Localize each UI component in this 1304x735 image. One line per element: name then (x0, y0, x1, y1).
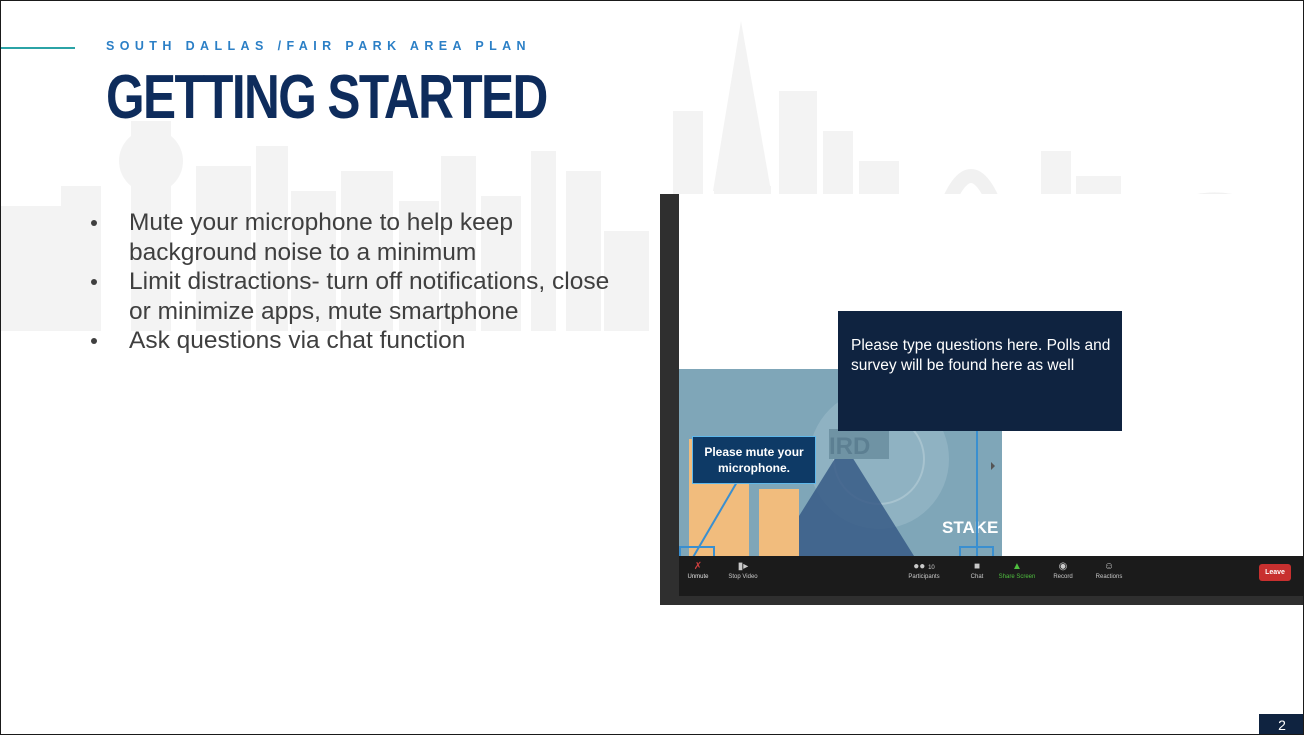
accent-line (1, 47, 75, 49)
record-icon: ◉ (1058, 561, 1068, 572)
bullet-item: Ask questions via chat function (91, 326, 611, 356)
slide-title: GETTING STARTED (106, 63, 548, 132)
stop-video-button[interactable]: ▮▸ Stop Video (723, 560, 763, 580)
bullet-text: Ask questions via chat function (129, 327, 466, 354)
reactions-button[interactable]: ☺ Reactions (1089, 560, 1129, 580)
slide: SOUTH DALLAS /FAIR PARK AREA PLAN GETTIN… (0, 0, 1304, 735)
leave-button[interactable]: Leave (1259, 564, 1291, 581)
bullet-dot (91, 338, 97, 344)
participants-icon: ●● 10 (913, 561, 935, 572)
participants-button[interactable]: ●● 10 Participants (902, 560, 946, 580)
chat-button[interactable]: ■ Chat (961, 560, 993, 580)
mute-callout: Please mute your microphone. (692, 436, 816, 484)
reactions-label: Reactions (1095, 574, 1123, 580)
share-screen-button[interactable]: ▲ Share Screen (995, 560, 1039, 580)
participants-label: Participants (908, 574, 940, 580)
bullet-item: Mute your microphone to help keep backgr… (91, 208, 611, 267)
reactions-icon: ☺ (1103, 561, 1115, 572)
stop-video-label: Stop Video (728, 574, 758, 580)
bullet-text: Limit distractions- turn off notificatio… (129, 268, 610, 325)
chat-callout: Please type questions here. Polls and su… (838, 311, 1122, 431)
meeting-toolbar: ✗ Unmute ▮▸ Stop Video ●● 10 Participant… (679, 556, 1303, 596)
chat-label: Chat (970, 574, 984, 580)
record-label: Record (1053, 574, 1073, 580)
bullet-list: Mute your microphone to help keep backgr… (91, 208, 611, 356)
video-camera-icon: ▮▸ (737, 561, 749, 572)
unmute-label: Unmute (687, 574, 709, 580)
project-subtitle: SOUTH DALLAS /FAIR PARK AREA PLAN (106, 39, 531, 53)
bullet-text: Mute your microphone to help keep backgr… (129, 209, 514, 266)
bullet-item: Limit distractions- turn off notificatio… (91, 267, 611, 326)
record-button[interactable]: ◉ Record (1048, 560, 1078, 580)
share-screen-icon: ▲ (1012, 561, 1022, 572)
unmute-button[interactable]: ✗ Unmute (683, 560, 713, 580)
page-number: 2 (1259, 714, 1303, 734)
share-screen-label: Share Screen (998, 574, 1036, 580)
bullet-dot (91, 279, 97, 285)
bullet-dot (91, 220, 97, 226)
participants-count: 10 (928, 565, 935, 571)
chat-bubble-icon: ■ (973, 561, 981, 572)
microphone-muted-icon: ✗ (693, 561, 703, 572)
